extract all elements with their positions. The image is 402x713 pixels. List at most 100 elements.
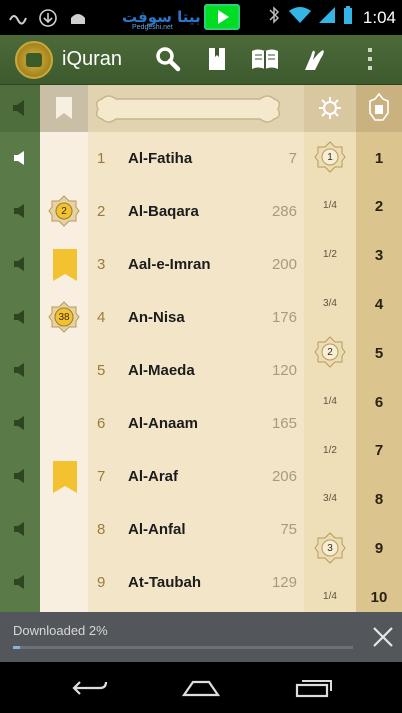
- signal-icon: [318, 7, 335, 28]
- page-medal[interactable]: 2: [314, 336, 346, 368]
- page-medal[interactable]: 1: [314, 141, 346, 173]
- verse-count: 7: [288, 150, 297, 167]
- header-surah-cell: [88, 85, 304, 132]
- speaker-icon: [14, 257, 24, 271]
- header-juz-cell[interactable]: [356, 85, 402, 132]
- play-audio-button[interactable]: [12, 308, 30, 331]
- bookmark-book-icon: [209, 48, 225, 70]
- surah-number: 7: [97, 468, 106, 485]
- play-audio-button[interactable]: [12, 520, 30, 543]
- praying-hands-icon: [305, 50, 324, 70]
- open-book-icon: [252, 49, 278, 69]
- juz-number[interactable]: 1: [356, 150, 402, 167]
- surah-name: Al-Maeda: [128, 362, 195, 379]
- header-audio-cell[interactable]: [0, 85, 40, 132]
- speaker-icon: [14, 151, 24, 165]
- juz-number[interactable]: 5: [356, 345, 402, 362]
- cancel-download-button[interactable]: [370, 624, 396, 650]
- page-fraction: 1/4: [323, 396, 337, 407]
- download-notification-icon: [38, 9, 58, 27]
- close-icon: [373, 627, 393, 647]
- surah-number: 4: [97, 309, 106, 326]
- play-audio-button[interactable]: [12, 255, 30, 278]
- navigation-bar: [0, 662, 402, 713]
- play-audio-button[interactable]: [12, 202, 30, 225]
- page-medal[interactable]: 3: [314, 532, 346, 564]
- juz-number[interactable]: 3: [356, 247, 402, 264]
- speaker-icon: [14, 469, 24, 483]
- surah-name: Al-Anaam: [128, 415, 199, 432]
- back-icon: [72, 681, 108, 695]
- search-icon: [156, 47, 181, 72]
- ornamental-banner-icon: [95, 95, 281, 123]
- juz-number[interactable]: 10: [356, 589, 402, 606]
- speaker-icon: [14, 204, 24, 218]
- verse-count: 206: [271, 468, 297, 485]
- play-audio-button[interactable]: [12, 149, 30, 172]
- verse-count: 286: [271, 203, 297, 220]
- bookmark-medal[interactable]: 38: [48, 301, 80, 333]
- bookmark-icon: [56, 97, 72, 119]
- juz-number[interactable]: 8: [356, 491, 402, 508]
- juz-number[interactable]: 4: [356, 296, 402, 313]
- play-audio-button[interactable]: [12, 573, 30, 596]
- page-medal-number: 1: [327, 151, 333, 163]
- page-medal-number: 3: [327, 542, 333, 554]
- bookmarks-button[interactable]: [203, 45, 231, 73]
- header-page-cell[interactable]: [304, 85, 356, 132]
- home-icon: [181, 680, 221, 697]
- arabic-notification-icon: [8, 9, 28, 27]
- app-logo-icon[interactable]: [15, 41, 53, 79]
- more-vert-icon: [368, 48, 372, 70]
- back-button[interactable]: [68, 675, 112, 701]
- surah-name: At-Taubah: [128, 574, 202, 591]
- surah-number: 6: [97, 415, 106, 432]
- juz-number[interactable]: 2: [356, 198, 402, 215]
- surah-number: 5: [97, 362, 106, 379]
- download-bar: Downloaded 2%: [0, 612, 402, 662]
- list-header: [0, 85, 402, 132]
- app-screen: بيتا سوفت Pedgeshi.net 1:04 iQuran 1 Al-…: [0, 0, 402, 713]
- search-button[interactable]: [154, 45, 182, 73]
- page-medal-number: 2: [327, 346, 333, 358]
- page-fraction: 3/4: [323, 298, 337, 309]
- page-fraction: 1/2: [323, 445, 337, 456]
- page-fraction: 1/2: [323, 249, 337, 260]
- verse-count: 200: [271, 256, 297, 273]
- bookmark-medal[interactable]: 2: [48, 195, 80, 227]
- overflow-menu-button[interactable]: [356, 45, 384, 73]
- play-logo-icon: [204, 4, 240, 30]
- play-audio-button[interactable]: [12, 361, 30, 384]
- dua-button[interactable]: [300, 45, 328, 73]
- surah-list: 1 Al-Fatiha 7 2 Al-Baqara 286 3 Aal-e-Imran 200 4…: [0, 132, 402, 612]
- page-fraction: 1/4: [323, 591, 337, 602]
- juz-number[interactable]: 7: [356, 442, 402, 459]
- quarter-marker-icon: [319, 97, 341, 119]
- recent-apps-icon: [295, 680, 332, 698]
- speaker-icon: [14, 575, 24, 589]
- juz-marker-icon: [369, 93, 389, 121]
- juz-number[interactable]: 6: [356, 394, 402, 411]
- recent-apps-button[interactable]: [291, 675, 335, 701]
- juz-number[interactable]: 9: [356, 540, 402, 557]
- speaker-icon: [13, 100, 24, 116]
- surah-name: Al-Anfal: [128, 521, 186, 538]
- verse-count: 165: [271, 415, 297, 432]
- download-progress-fill: [13, 646, 20, 649]
- verse-count: 75: [280, 521, 297, 538]
- watermark: بيتا سوفت Pedgeshi.net: [122, 4, 246, 32]
- bookmark-medal-number: 38: [58, 311, 70, 323]
- open-quran-button[interactable]: [251, 45, 279, 73]
- bookmark-medal-number: 2: [61, 205, 67, 217]
- surah-number: 2: [97, 203, 106, 220]
- surah-name: Al-Araf: [128, 468, 179, 485]
- bluetooth-muted-icon: [267, 6, 281, 29]
- play-audio-button[interactable]: [12, 414, 30, 437]
- play-audio-button[interactable]: [12, 467, 30, 490]
- header-bookmark-cell[interactable]: [40, 85, 88, 132]
- download-status: Downloaded 2%: [13, 623, 108, 638]
- surah-number: 1: [97, 150, 106, 167]
- watermark-subtext: Pedgeshi.net: [132, 24, 173, 31]
- surah-number: 9: [97, 574, 106, 591]
- home-button[interactable]: [179, 675, 223, 701]
